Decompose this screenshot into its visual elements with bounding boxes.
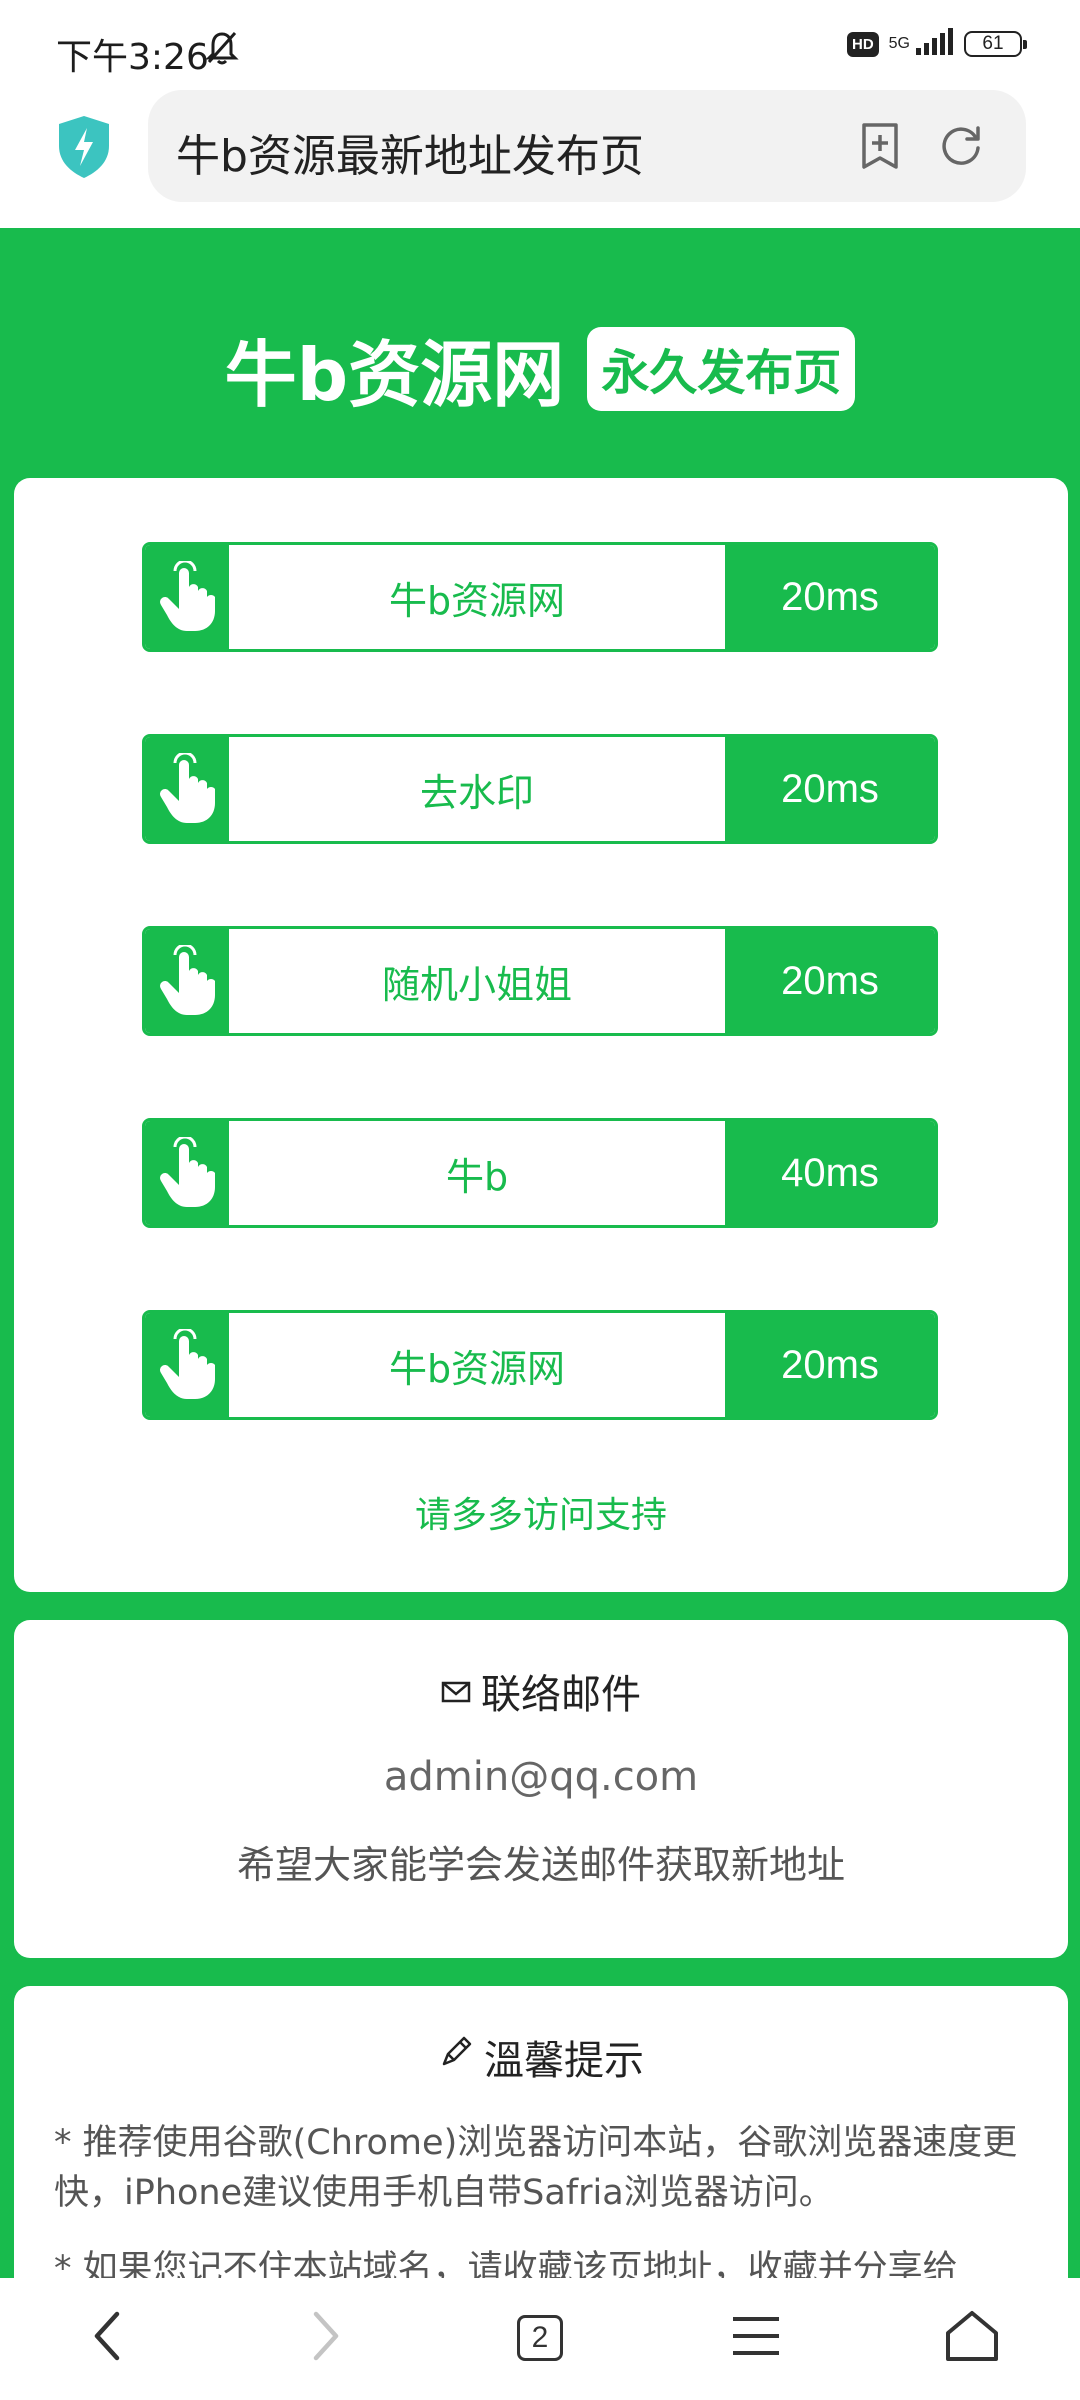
link-label[interactable]: 随机小姐姐 <box>229 929 725 1033</box>
contact-email[interactable]: admin@qq.com <box>14 1754 1068 1800</box>
refresh-icon[interactable] <box>938 122 984 172</box>
link-ping: 20ms <box>725 737 935 841</box>
contact-note: 希望大家能学会发送邮件获取新地址 <box>236 1843 845 1887</box>
contact-heading: 联络邮件 <box>14 1662 1068 1720</box>
contact-heading-text: 联络邮件 <box>481 1672 641 1718</box>
back-button[interactable] <box>66 2298 146 2378</box>
link-label[interactable]: 牛b <box>229 1121 725 1225</box>
link-button[interactable]: 牛b资源网 20ms <box>142 542 938 652</box>
bottom-navigation: 2 <box>0 2278 1080 2400</box>
link-ping: 20ms <box>725 545 935 649</box>
home-icon <box>944 2309 1000 2367</box>
hero-header: 牛b资源网 永久发布页 <box>0 316 1080 421</box>
add-bookmark-icon[interactable] <box>858 122 902 174</box>
link-button[interactable]: 牛b资源网 20ms <box>142 1310 938 1420</box>
link-label[interactable]: 牛b资源网 <box>229 545 725 649</box>
link-button[interactable]: 随机小姐姐 20ms <box>142 926 938 1036</box>
menu-button[interactable] <box>716 2298 796 2378</box>
envelope-icon <box>441 1668 471 1714</box>
pointer-hand-icon <box>145 1313 229 1417</box>
network-type: 5G <box>888 35 910 52</box>
tips-heading-text: 溫馨提示 <box>484 2038 644 2084</box>
browser-toolbar: 牛b资源最新地址发布页 <box>0 90 1080 230</box>
menu-icon <box>731 2315 781 2361</box>
pointer-hand-icon <box>145 929 229 1033</box>
address-bar-title[interactable]: 牛b资源最新地址发布页 <box>176 120 644 184</box>
link-label[interactable]: 去水印 <box>229 737 725 841</box>
link-label[interactable]: 牛b资源网 <box>229 1313 725 1417</box>
status-bar: 下午3:26 HD 5G 61 <box>0 0 1080 90</box>
tips-card: 溫馨提示 * 推荐使用谷歌(Chrome)浏览器访问本站，谷歌浏览器速度更快，i… <box>14 1986 1068 2326</box>
tabs-button[interactable]: 2 <box>500 2298 580 2378</box>
chevron-right-icon <box>312 2310 342 2366</box>
signal-icon <box>914 28 954 60</box>
shield-lightning-icon[interactable] <box>55 114 113 184</box>
site-title: 牛b资源网 <box>224 333 565 417</box>
hd-badge: HD <box>846 31 879 57</box>
tab-count: 2 <box>517 2315 563 2361</box>
link-ping: 40ms <box>725 1121 935 1225</box>
pointer-hand-icon <box>145 737 229 841</box>
address-bar[interactable]: 牛b资源最新地址发布页 <box>148 90 1026 202</box>
contact-card: 联络邮件 admin@qq.com 希望大家能学会发送邮件获取新地址 <box>14 1620 1068 1958</box>
tip-item: * 推荐使用谷歌(Chrome)浏览器访问本站，谷歌浏览器速度更快，iPhone… <box>54 2123 1018 2213</box>
link-button[interactable]: 去水印 20ms <box>142 734 938 844</box>
home-button[interactable] <box>932 2298 1012 2378</box>
chevron-left-icon <box>91 2310 121 2366</box>
link-button[interactable]: 牛b 40ms <box>142 1118 938 1228</box>
status-indicators: HD 5G 61 <box>846 28 1027 60</box>
link-ping: 20ms <box>725 1313 935 1417</box>
bell-muted-icon <box>205 30 239 70</box>
battery-indicator: 61 <box>964 31 1027 57</box>
link-ping: 20ms <box>725 929 935 1033</box>
links-card: 牛b资源网 20ms 去水印 20ms 随机小姐姐 20ms 牛b 40ms 牛… <box>14 478 1068 1592</box>
support-message: 请多多访问支持 <box>414 1495 667 1536</box>
pointer-hand-icon <box>145 1121 229 1225</box>
forward-button[interactable] <box>287 2298 367 2378</box>
pointer-hand-icon <box>145 545 229 649</box>
pencil-icon <box>438 2034 474 2080</box>
site-badge: 永久发布页 <box>587 326 856 411</box>
tips-heading: 溫馨提示 <box>14 2028 1068 2086</box>
status-time: 下午3:26 <box>56 37 209 78</box>
